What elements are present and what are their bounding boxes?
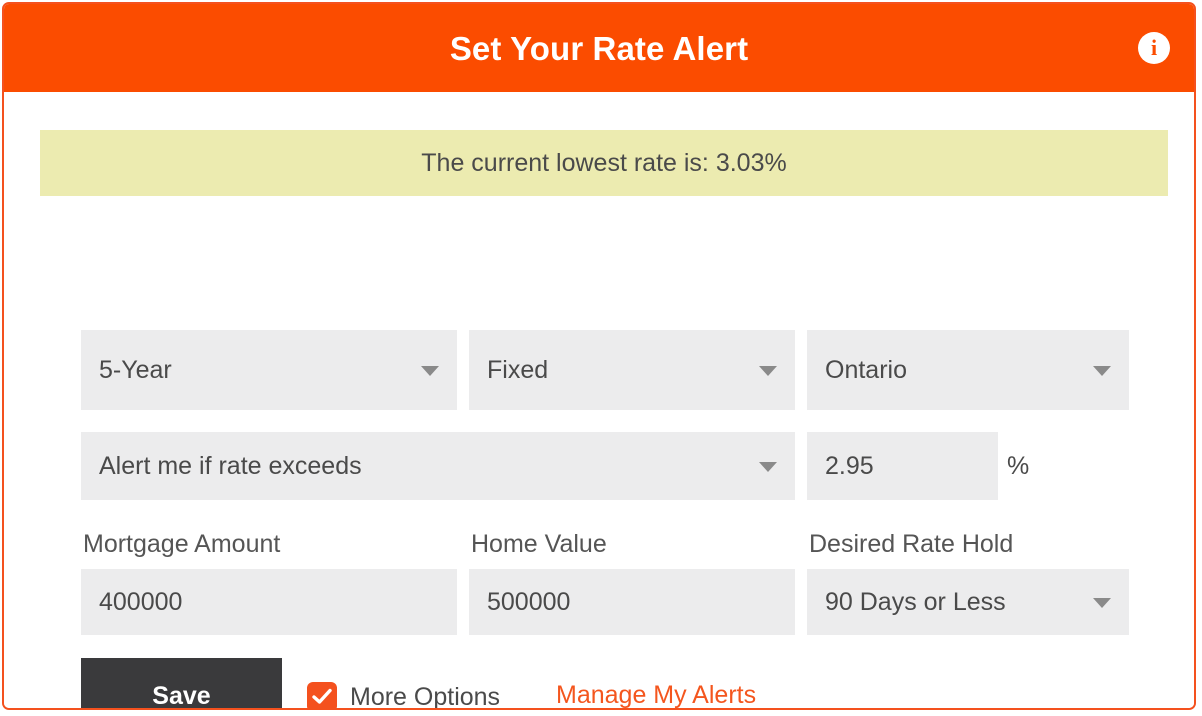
check-icon [312, 688, 332, 704]
percent-label: % [1007, 452, 1030, 480]
home-value-label: Home Value [471, 530, 607, 558]
term-value: 5-Year [99, 357, 172, 383]
more-options-label: More Options [350, 682, 501, 710]
widget-header: Set Your Rate Alert i [4, 4, 1194, 92]
info-icon-glyph: i [1150, 34, 1158, 60]
home-value-value: 500000 [487, 589, 571, 615]
alert-condition-value: Alert me if rate exceeds [99, 453, 362, 479]
manage-my-alerts-link[interactable]: Manage My Alerts [556, 683, 756, 708]
mortgage-amount-value: 400000 [99, 589, 183, 615]
widget-body: The current lowest rate is: 3.03% 5-Year… [4, 92, 1194, 708]
more-options-checkbox[interactable] [307, 682, 337, 708]
lowest-rate-banner: The current lowest rate is: 3.03% [40, 130, 1168, 196]
save-button[interactable]: Save [81, 658, 282, 708]
mortgage-amount-input[interactable]: 400000 [81, 569, 457, 635]
province-dropdown[interactable]: Ontario [807, 330, 1129, 410]
term-dropdown[interactable]: 5-Year [81, 330, 457, 410]
rate-hold-label: Desired Rate Hold [809, 530, 1014, 558]
home-value-input[interactable]: 500000 [469, 569, 795, 635]
province-value: Ontario [825, 357, 907, 383]
rate-hold-dropdown[interactable]: 90 Days or Less [807, 569, 1129, 635]
rate-threshold-value: 2.95 [825, 453, 874, 479]
chevron-down-icon [1093, 598, 1111, 608]
rate-type-dropdown[interactable]: Fixed [469, 330, 795, 410]
rate-alert-widget: Set Your Rate Alert i The current lowest… [2, 2, 1196, 710]
lowest-rate-text: The current lowest rate is: 3.03% [421, 148, 787, 177]
chevron-down-icon [759, 462, 777, 472]
chevron-down-icon [759, 366, 777, 376]
mortgage-amount-label: Mortgage Amount [83, 530, 281, 558]
rate-type-value: Fixed [487, 357, 549, 383]
chevron-down-icon [421, 366, 439, 376]
rate-hold-value: 90 Days or Less [825, 589, 1006, 615]
more-options-toggle[interactable]: More Options [307, 682, 501, 710]
rate-threshold-input[interactable]: 2.95 [807, 432, 998, 500]
page-title: Set Your Rate Alert [449, 29, 749, 67]
info-icon[interactable]: i [1138, 32, 1170, 64]
alert-condition-dropdown[interactable]: Alert me if rate exceeds [81, 432, 795, 500]
chevron-down-icon [1093, 366, 1111, 376]
